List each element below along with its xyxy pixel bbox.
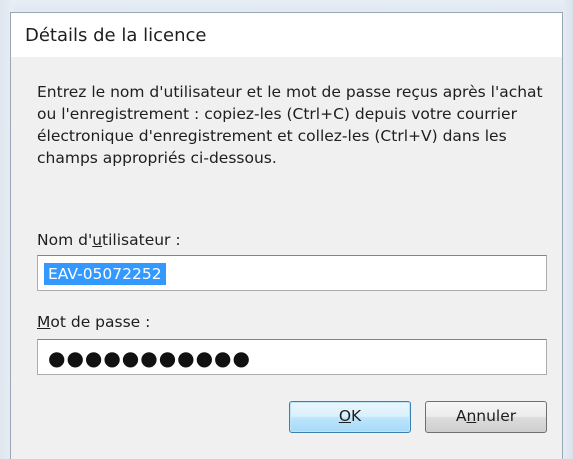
cancel-button-label-start: A	[455, 407, 467, 425]
instructions-text: Entrez le nom d'utilisateur et le mot de…	[37, 83, 543, 167]
cancel-button[interactable]: Annuler	[425, 401, 547, 433]
username-value: EAV-05072252	[44, 263, 166, 285]
cancel-button-label-end: nuler	[476, 407, 517, 425]
password-label-end: ot de passe :	[50, 313, 151, 331]
window-frame-right	[563, 0, 573, 459]
password-field[interactable]: ●●●●●●●●●●●	[37, 339, 547, 375]
dialog-content: Entrez le nom d'utilisateur et le mot de…	[21, 63, 554, 455]
ok-button-accelerator: O	[338, 407, 352, 425]
username-label-start: Nom d'	[37, 231, 93, 249]
dialog-title: Détails de la licence	[25, 25, 207, 46]
password-label: Mot de passe :	[37, 313, 150, 331]
username-label-accelerator: u	[92, 231, 103, 249]
license-dialog: Détails de la licence Entrez le nom d'ut…	[10, 12, 563, 459]
username-label: Nom d'utilisateur :	[37, 231, 181, 249]
ok-button[interactable]: OK	[289, 401, 411, 433]
username-label-end: tilisateur :	[102, 231, 181, 249]
password-label-accelerator: M	[37, 313, 51, 331]
username-field[interactable]: EAV-05072252	[37, 255, 547, 291]
password-masked-value: ●●●●●●●●●●●	[48, 346, 251, 370]
dialog-titlebar: Détails de la licence	[11, 13, 562, 57]
cancel-button-accelerator: n	[466, 407, 477, 425]
ok-button-label-end: K	[351, 407, 362, 425]
